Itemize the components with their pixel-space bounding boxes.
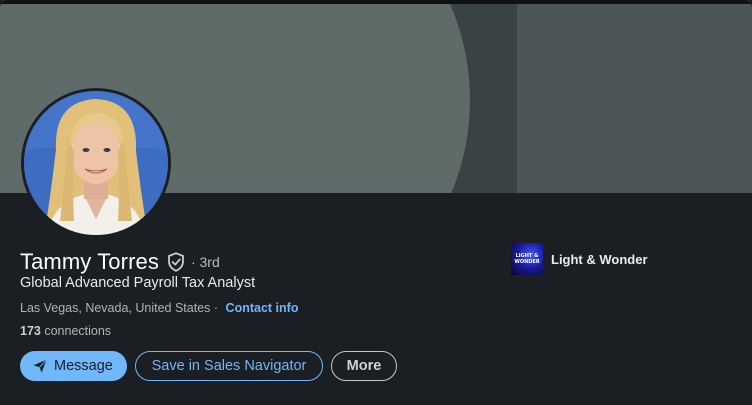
company-logo-text: LIGHT & WONDER bbox=[514, 253, 540, 265]
verified-shield-icon[interactable] bbox=[167, 252, 185, 272]
profile-name: Tammy Torres bbox=[20, 249, 159, 274]
connections-label: connections bbox=[44, 324, 112, 338]
avatar-photo bbox=[24, 91, 168, 235]
connections-number: 173 bbox=[20, 324, 41, 338]
name-row: Tammy Torres · 3rd bbox=[20, 249, 220, 275]
message-button[interactable]: Message bbox=[20, 351, 127, 381]
location-row: Las Vegas, Nevada, United States · Conta… bbox=[20, 301, 298, 315]
company-name: Light & Wonder bbox=[551, 251, 648, 267]
save-in-sales-navigator-button[interactable]: Save in Sales Navigator bbox=[135, 351, 323, 381]
company-logo: LIGHT & WONDER bbox=[511, 243, 543, 275]
profile-avatar[interactable] bbox=[21, 88, 171, 238]
more-button[interactable]: More bbox=[331, 351, 397, 381]
connection-degree: · 3rd bbox=[190, 254, 220, 270]
contact-info-link[interactable]: Contact info bbox=[226, 301, 299, 315]
location-separator: · bbox=[213, 301, 219, 315]
profile-headline: Global Advanced Payroll Tax Analyst bbox=[20, 275, 256, 291]
profile-card: Tammy Torres · 3rd Global Advanced Payro… bbox=[0, 0, 752, 405]
current-company[interactable]: LIGHT & WONDER Light & Wonder bbox=[511, 243, 648, 275]
connections-count[interactable]: 173 connections bbox=[20, 324, 111, 338]
send-icon bbox=[33, 359, 47, 373]
profile-actions: Message Save in Sales Navigator More bbox=[20, 351, 397, 381]
message-button-label: Message bbox=[54, 358, 113, 374]
profile-location: Las Vegas, Nevada, United States bbox=[20, 301, 211, 315]
